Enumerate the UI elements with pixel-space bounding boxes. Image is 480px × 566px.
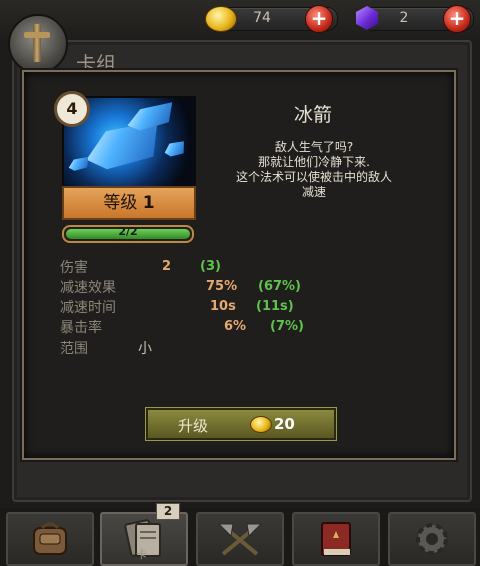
desc-line: 敌人生气了吗? bbox=[274, 140, 354, 154]
tab-inventory[interactable] bbox=[6, 512, 94, 566]
add-gems-button[interactable]: + bbox=[443, 5, 471, 33]
upgrade-label: 升级 bbox=[178, 417, 209, 435]
stat-range-label: 范围 bbox=[60, 341, 88, 357]
sword-emblem-icon bbox=[8, 14, 68, 74]
stat-damage-label: 伤害 bbox=[60, 260, 88, 276]
tab-spellbook[interactable] bbox=[292, 512, 380, 566]
desc-line: 减速 bbox=[301, 185, 326, 199]
desc-line: 这个法术可以使被击中的敌人 bbox=[235, 170, 392, 184]
upgrade-cost: 20 bbox=[274, 415, 295, 433]
book-icon bbox=[321, 522, 351, 556]
gold-coin-icon bbox=[205, 6, 237, 32]
stat-crit-label: 暴击率 bbox=[60, 320, 102, 336]
tab-deck-label: 卡 bbox=[136, 548, 147, 561]
xp-progress-bar: 2/2 bbox=[62, 225, 194, 243]
gold-coin-icon bbox=[250, 416, 272, 433]
level-prefix: 等级 bbox=[103, 193, 138, 213]
upgrade-button[interactable]: 升级 20 bbox=[146, 408, 336, 440]
stat-damage-value: 2 bbox=[162, 259, 172, 274]
card-name: 冰箭 bbox=[293, 104, 332, 126]
stat-slow-time-next: (11s) bbox=[256, 299, 294, 314]
level-number: 1 bbox=[142, 193, 155, 213]
backpack-icon bbox=[33, 522, 67, 555]
crossed-axes-icon bbox=[217, 523, 263, 556]
tab-battle[interactable] bbox=[196, 512, 284, 566]
card-level-label: 等级 1 bbox=[62, 186, 196, 220]
stat-slow-effect-value: 75% bbox=[206, 279, 238, 294]
xp-text: 2/2 bbox=[118, 225, 138, 238]
stat-damage-next: (3) bbox=[200, 259, 221, 274]
desc-line: 那就让他们冷静下来. bbox=[258, 155, 370, 169]
deck-count-badge: 2 bbox=[156, 503, 180, 520]
stat-range-value: 小 bbox=[138, 341, 152, 357]
stat-slow-effect-next: (67%) bbox=[258, 279, 301, 294]
stat-slow-effect-label: 减速效果 bbox=[60, 280, 116, 296]
add-gold-button[interactable]: + bbox=[305, 5, 333, 33]
card-description: 敌人生气了吗? 那就让他们冷静下来. 这个法术可以使被击中的敌人 减速 bbox=[200, 140, 428, 200]
tab-settings[interactable] bbox=[388, 512, 476, 566]
card-cost-badge: 4 bbox=[54, 91, 90, 127]
gear-icon bbox=[416, 523, 448, 555]
stat-crit-value: 6% bbox=[224, 319, 247, 334]
stat-slow-time-value: 10s bbox=[210, 299, 236, 314]
stat-slow-time-label: 减速时间 bbox=[60, 300, 116, 316]
stat-crit-next: (7%) bbox=[270, 319, 304, 334]
